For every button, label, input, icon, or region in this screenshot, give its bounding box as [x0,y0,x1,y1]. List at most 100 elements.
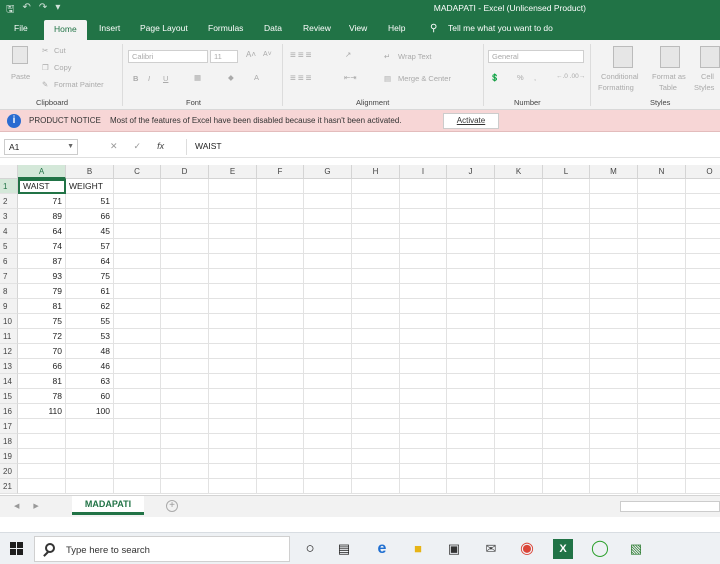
cell-e4[interactable] [209,224,257,239]
cell-f18[interactable] [257,434,304,449]
cell-l9[interactable] [543,299,590,314]
cell-d16[interactable] [161,404,209,419]
cell-d19[interactable] [161,449,209,464]
cell-i21[interactable] [400,479,447,494]
edge-icon[interactable]: e [372,539,392,559]
cell-e17[interactable] [209,419,257,434]
cell-n13[interactable] [638,359,686,374]
row-header-9[interactable]: 9 [0,299,18,314]
cell-n11[interactable] [638,329,686,344]
cell-a4[interactable]: 64 [18,224,66,239]
format-as-label[interactable]: Format as [652,72,686,81]
cell-j17[interactable] [447,419,495,434]
cortana-icon[interactable]: ○ [300,539,320,559]
cell-e14[interactable] [209,374,257,389]
cell-b3[interactable]: 66 [66,209,114,224]
cell-l14[interactable] [543,374,590,389]
percent-button[interactable]: % [517,73,524,82]
cell-f6[interactable] [257,254,304,269]
number-format-select[interactable]: General [488,50,584,63]
cell-k16[interactable] [495,404,543,419]
copy-icon[interactable]: ❐ [42,63,49,72]
horizontal-scrollbar[interactable] [620,501,720,512]
cell-c13[interactable] [114,359,161,374]
cell-m1[interactable] [590,179,638,194]
cell-l2[interactable] [543,194,590,209]
row-header-7[interactable]: 7 [0,269,18,284]
cell-f21[interactable] [257,479,304,494]
decimal-icons[interactable]: ←.0 .00→ [556,73,585,80]
cell-j1[interactable] [447,179,495,194]
horizontal-align-icons[interactable]: ≡≡≡ [290,73,314,84]
cell-c1[interactable] [114,179,161,194]
cell-k8[interactable] [495,284,543,299]
column-header-a[interactable]: A [18,165,66,179]
tab-formulas[interactable]: Formulas [208,23,243,33]
fill-color-icon[interactable]: ◆ [228,73,234,82]
cell-k13[interactable] [495,359,543,374]
cell-d10[interactable] [161,314,209,329]
cell-i6[interactable] [400,254,447,269]
cell-c14[interactable] [114,374,161,389]
cell-j12[interactable] [447,344,495,359]
cell-l4[interactable] [543,224,590,239]
tab-file[interactable]: File [14,23,28,33]
cell-m18[interactable] [590,434,638,449]
cell-l12[interactable] [543,344,590,359]
cell-c7[interactable] [114,269,161,284]
row-header-2[interactable]: 2 [0,194,18,209]
cell-n15[interactable] [638,389,686,404]
cell-k12[interactable] [495,344,543,359]
cell-j5[interactable] [447,239,495,254]
cell-f13[interactable] [257,359,304,374]
bold-button[interactable]: B [133,74,138,83]
cell-j18[interactable] [447,434,495,449]
cell-h10[interactable] [352,314,400,329]
cell-b11[interactable]: 53 [66,329,114,344]
add-sheet-icon[interactable]: + [166,500,178,512]
column-header-d[interactable]: D [161,165,209,179]
cell-f8[interactable] [257,284,304,299]
cancel-icon[interactable]: ✕ [110,141,118,152]
cell-i11[interactable] [400,329,447,344]
column-header-c[interactable]: C [114,165,161,179]
underline-button[interactable]: U [163,74,168,83]
cell-m2[interactable] [590,194,638,209]
cell-g15[interactable] [304,389,352,404]
cell-g12[interactable] [304,344,352,359]
cell-m10[interactable] [590,314,638,329]
format-painter-button[interactable]: Format Painter [54,80,104,89]
cell-h21[interactable] [352,479,400,494]
cell-g10[interactable] [304,314,352,329]
cell-g18[interactable] [304,434,352,449]
cell-o21[interactable] [686,479,720,494]
cell-m3[interactable] [590,209,638,224]
cell-i7[interactable] [400,269,447,284]
cell-i9[interactable] [400,299,447,314]
cell-e7[interactable] [209,269,257,284]
cell-m6[interactable] [590,254,638,269]
excel-icon[interactable]: X [553,539,573,559]
currency-icon[interactable]: 💲 [490,73,499,82]
cell-d5[interactable] [161,239,209,254]
styles-button-label[interactable]: Styles [694,83,714,92]
cell-f5[interactable] [257,239,304,254]
store-icon[interactable]: ▣ [444,539,464,559]
cell-c8[interactable] [114,284,161,299]
cell-n7[interactable] [638,269,686,284]
cell-m16[interactable] [590,404,638,419]
cell-b8[interactable]: 61 [66,284,114,299]
cell-d8[interactable] [161,284,209,299]
cell-m9[interactable] [590,299,638,314]
shrink-font-icon[interactable]: A˅ [263,51,272,58]
cell-a9[interactable]: 81 [18,299,66,314]
cell-h12[interactable] [352,344,400,359]
cell-c20[interactable] [114,464,161,479]
cell-h11[interactable] [352,329,400,344]
sheet-tab-madapati[interactable]: MADAPATI [72,496,144,515]
row-header-20[interactable]: 20 [0,464,18,479]
cell-g5[interactable] [304,239,352,254]
cell-m14[interactable] [590,374,638,389]
cell-n8[interactable] [638,284,686,299]
cell-n17[interactable] [638,419,686,434]
